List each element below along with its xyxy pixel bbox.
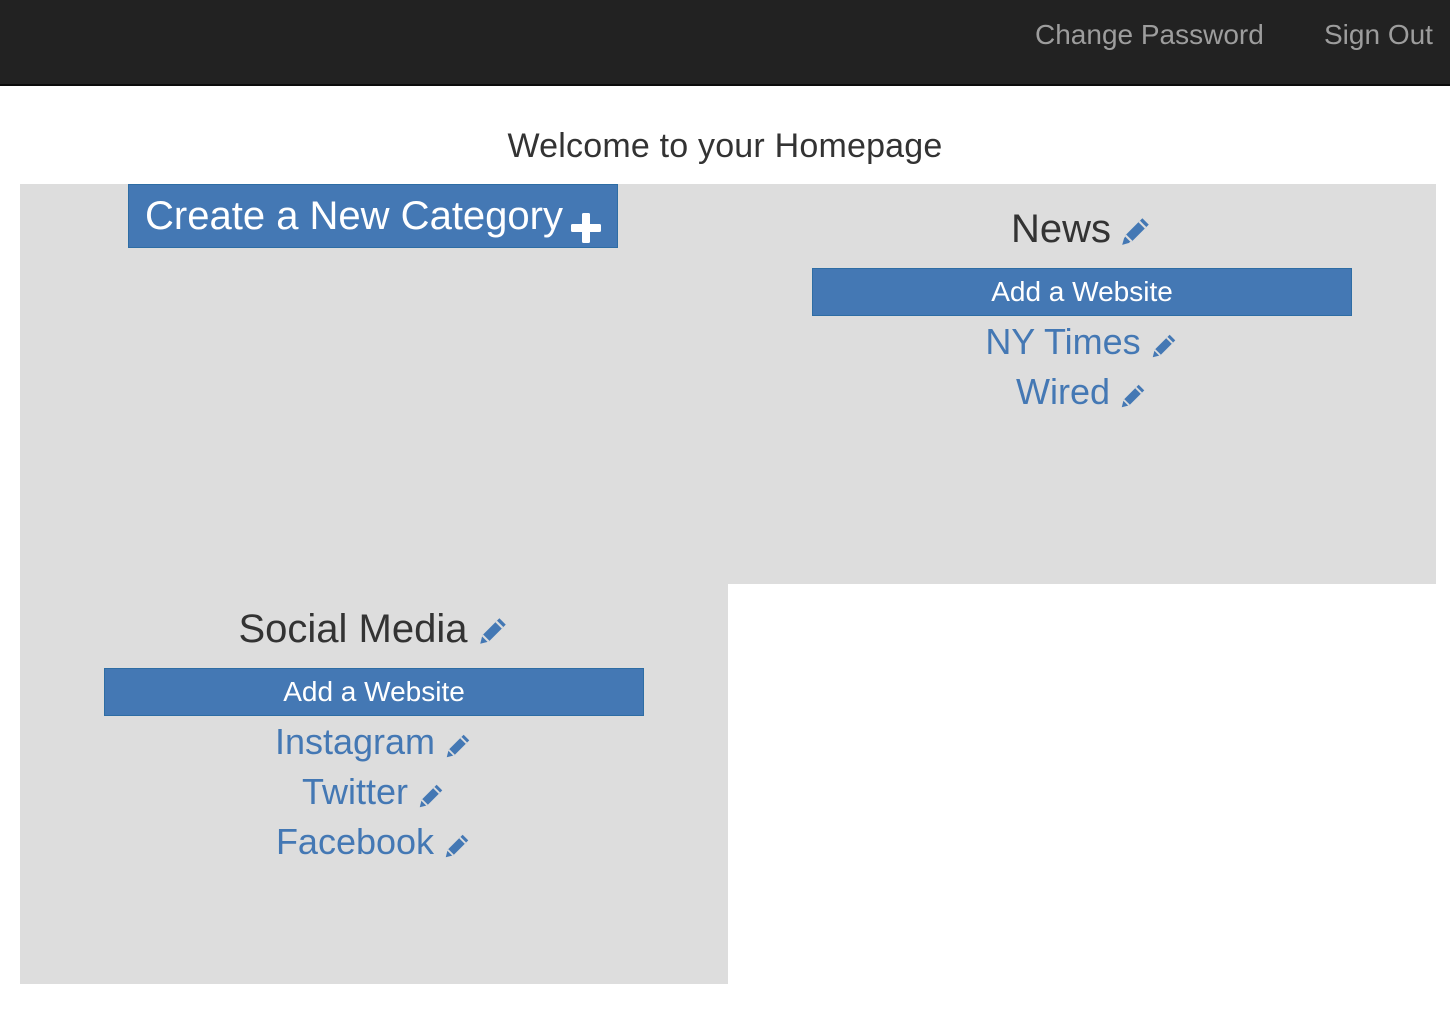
edit-category-pencil-icon[interactable]	[476, 610, 510, 645]
list-item: Instagram	[20, 718, 728, 768]
category-title-text: News	[1010, 207, 1112, 251]
plus-icon	[570, 199, 601, 244]
website-list: Instagram Twitter Facebook	[20, 718, 728, 868]
create-category-label: Create a New Category	[145, 194, 563, 238]
list-item: Facebook	[20, 818, 728, 868]
edit-website-pencil-icon[interactable]	[1118, 375, 1148, 408]
category-title: Social Media	[20, 604, 728, 654]
change-password-link[interactable]: Change Password	[1035, 17, 1264, 53]
edit-category-pencil-icon[interactable]	[1119, 210, 1153, 246]
website-link-instagram[interactable]: Instagram	[275, 721, 435, 762]
category-title-text: Social Media	[238, 607, 468, 651]
add-website-button[interactable]: Add a Website	[104, 668, 644, 716]
add-website-button[interactable]: Add a Website	[812, 268, 1352, 316]
edit-website-pencil-icon[interactable]	[443, 725, 473, 758]
website-link-twitter[interactable]: Twitter	[302, 771, 408, 812]
list-item: NY Times	[728, 318, 1436, 368]
website-link-ny-times[interactable]: NY Times	[985, 321, 1140, 362]
list-item: Twitter	[20, 768, 728, 818]
list-item: Wired	[728, 368, 1436, 418]
edit-website-pencil-icon[interactable]	[1149, 325, 1179, 358]
top-navbar: Change Password Sign Out	[0, 0, 1450, 86]
sign-out-link[interactable]: Sign Out	[1324, 17, 1433, 53]
category-tile-news: News Add a Website NY Times Wired	[728, 184, 1436, 584]
website-list: NY Times Wired	[728, 318, 1436, 418]
category-title: News	[728, 204, 1436, 254]
category-tile-social-media: Social Media Add a Website Instagram Twi…	[20, 584, 728, 984]
edit-website-pencil-icon[interactable]	[416, 775, 446, 808]
website-link-wired[interactable]: Wired	[1016, 371, 1110, 412]
website-link-facebook[interactable]: Facebook	[276, 821, 434, 862]
page-title: Welcome to your Homepage	[507, 127, 943, 165]
edit-website-pencil-icon[interactable]	[442, 825, 472, 858]
create-category-tile: Create a New Category	[20, 184, 728, 584]
create-category-button[interactable]: Create a New Category	[128, 184, 618, 248]
